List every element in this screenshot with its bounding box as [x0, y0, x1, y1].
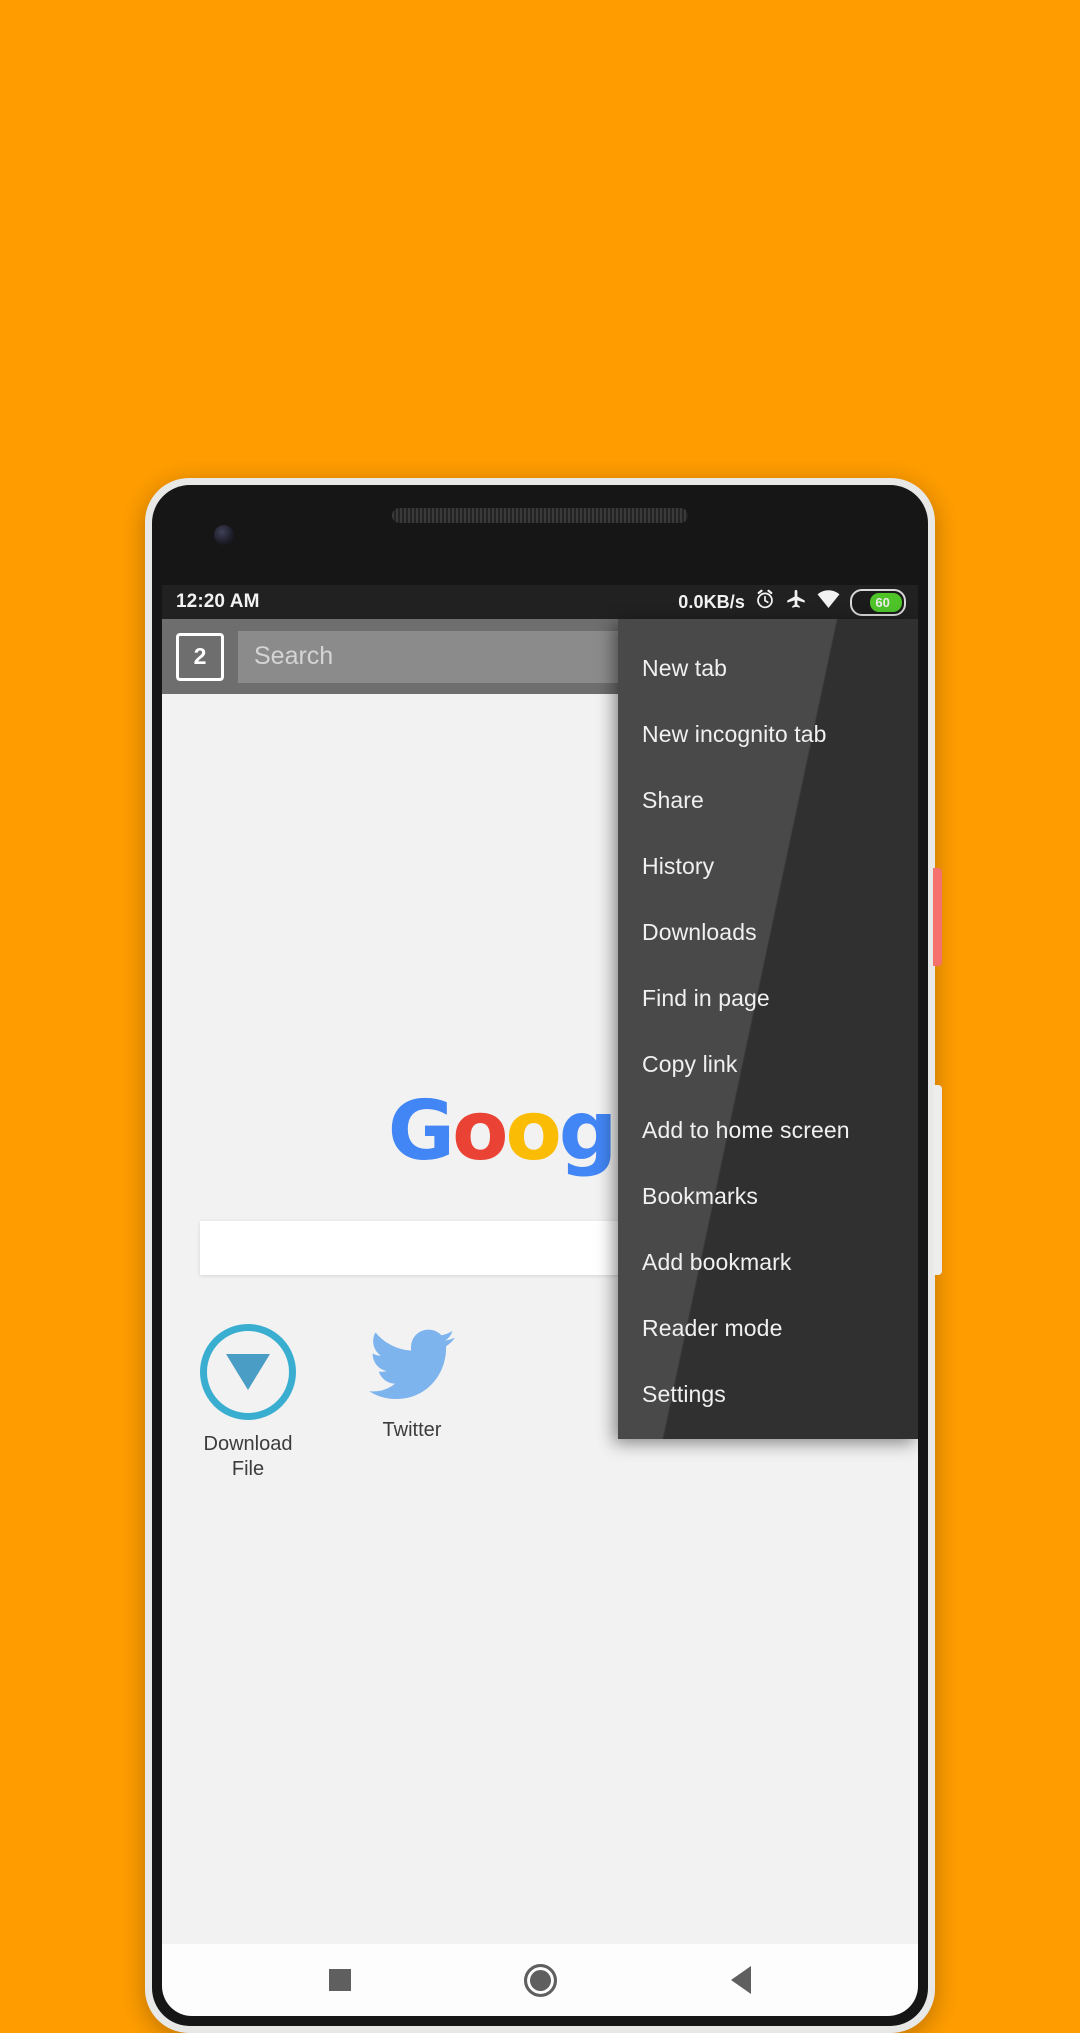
- menu-item-add-bookmark[interactable]: Add bookmark: [618, 1229, 918, 1295]
- logo-letter-g1: G: [387, 1084, 455, 1179]
- shortcut-twitter[interactable]: Twitter: [352, 1324, 472, 1482]
- menu-item-bookmarks[interactable]: Bookmarks: [618, 1163, 918, 1229]
- menu-item-new-tab[interactable]: New tab: [618, 635, 918, 701]
- logo-letter-o2: o: [505, 1084, 561, 1179]
- airplane-mode-icon: [785, 588, 807, 616]
- alarm-clock-icon: [754, 588, 776, 616]
- battery-icon: 60: [850, 588, 906, 616]
- menu-item-add-to-home-screen[interactable]: Add to home screen: [618, 1097, 918, 1163]
- menu-item-copy-link[interactable]: Copy link: [618, 1031, 918, 1097]
- power-button[interactable]: [933, 868, 942, 966]
- android-navigation-bar: [162, 1944, 918, 2016]
- menu-item-find-in-page[interactable]: Find in page: [618, 965, 918, 1031]
- shortcut-label: Download File: [203, 1433, 293, 1480]
- earpiece-speaker: [392, 508, 688, 523]
- network-speed-label: 0.0KB/s: [678, 591, 745, 612]
- download-arrow-icon: [226, 1354, 270, 1390]
- status-bar-icons: 0.0KB/s 60: [678, 588, 906, 616]
- back-triangle-icon[interactable]: [731, 1966, 752, 1994]
- menu-item-downloads[interactable]: Downloads: [618, 899, 918, 965]
- phone-bezel: 12:20 AM 0.0KB/s 60 2 Search Goog Downlo…: [152, 485, 928, 2026]
- home-circle-icon[interactable]: [524, 1963, 558, 1997]
- menu-item-share[interactable]: Share: [618, 767, 918, 833]
- menu-item-reader-mode[interactable]: Reader mode: [618, 1295, 918, 1361]
- front-camera-icon: [214, 525, 234, 545]
- tab-switcher-button[interactable]: 2: [176, 632, 224, 681]
- overflow-menu: New tab New incognito tab Share History …: [618, 619, 918, 1439]
- status-bar: 12:20 AM 0.0KB/s 60: [162, 585, 918, 619]
- recents-square-icon[interactable]: [328, 1969, 351, 1991]
- volume-button[interactable]: [933, 1085, 942, 1275]
- twitter-bird-icon: [369, 1324, 455, 1406]
- wifi-icon: [816, 588, 841, 616]
- phone-device: 12:20 AM 0.0KB/s 60 2 Search Goog Downlo…: [145, 478, 935, 2033]
- phone-screen: 12:20 AM 0.0KB/s 60 2 Search Goog Downlo…: [162, 585, 918, 1944]
- download-circle-icon: [200, 1324, 296, 1420]
- shortcut-download-file[interactable]: Download File: [188, 1324, 308, 1482]
- logo-letter-o1: o: [452, 1084, 508, 1179]
- shortcut-label: Twitter: [382, 1419, 442, 1441]
- status-bar-clock: 12:20 AM: [176, 591, 260, 612]
- logo-letter-g2: g: [558, 1084, 618, 1179]
- menu-item-history[interactable]: History: [618, 833, 918, 899]
- menu-item-new-incognito-tab[interactable]: New incognito tab: [618, 701, 918, 767]
- battery-level-label: 60: [875, 594, 890, 610]
- menu-item-settings[interactable]: Settings: [618, 1361, 918, 1427]
